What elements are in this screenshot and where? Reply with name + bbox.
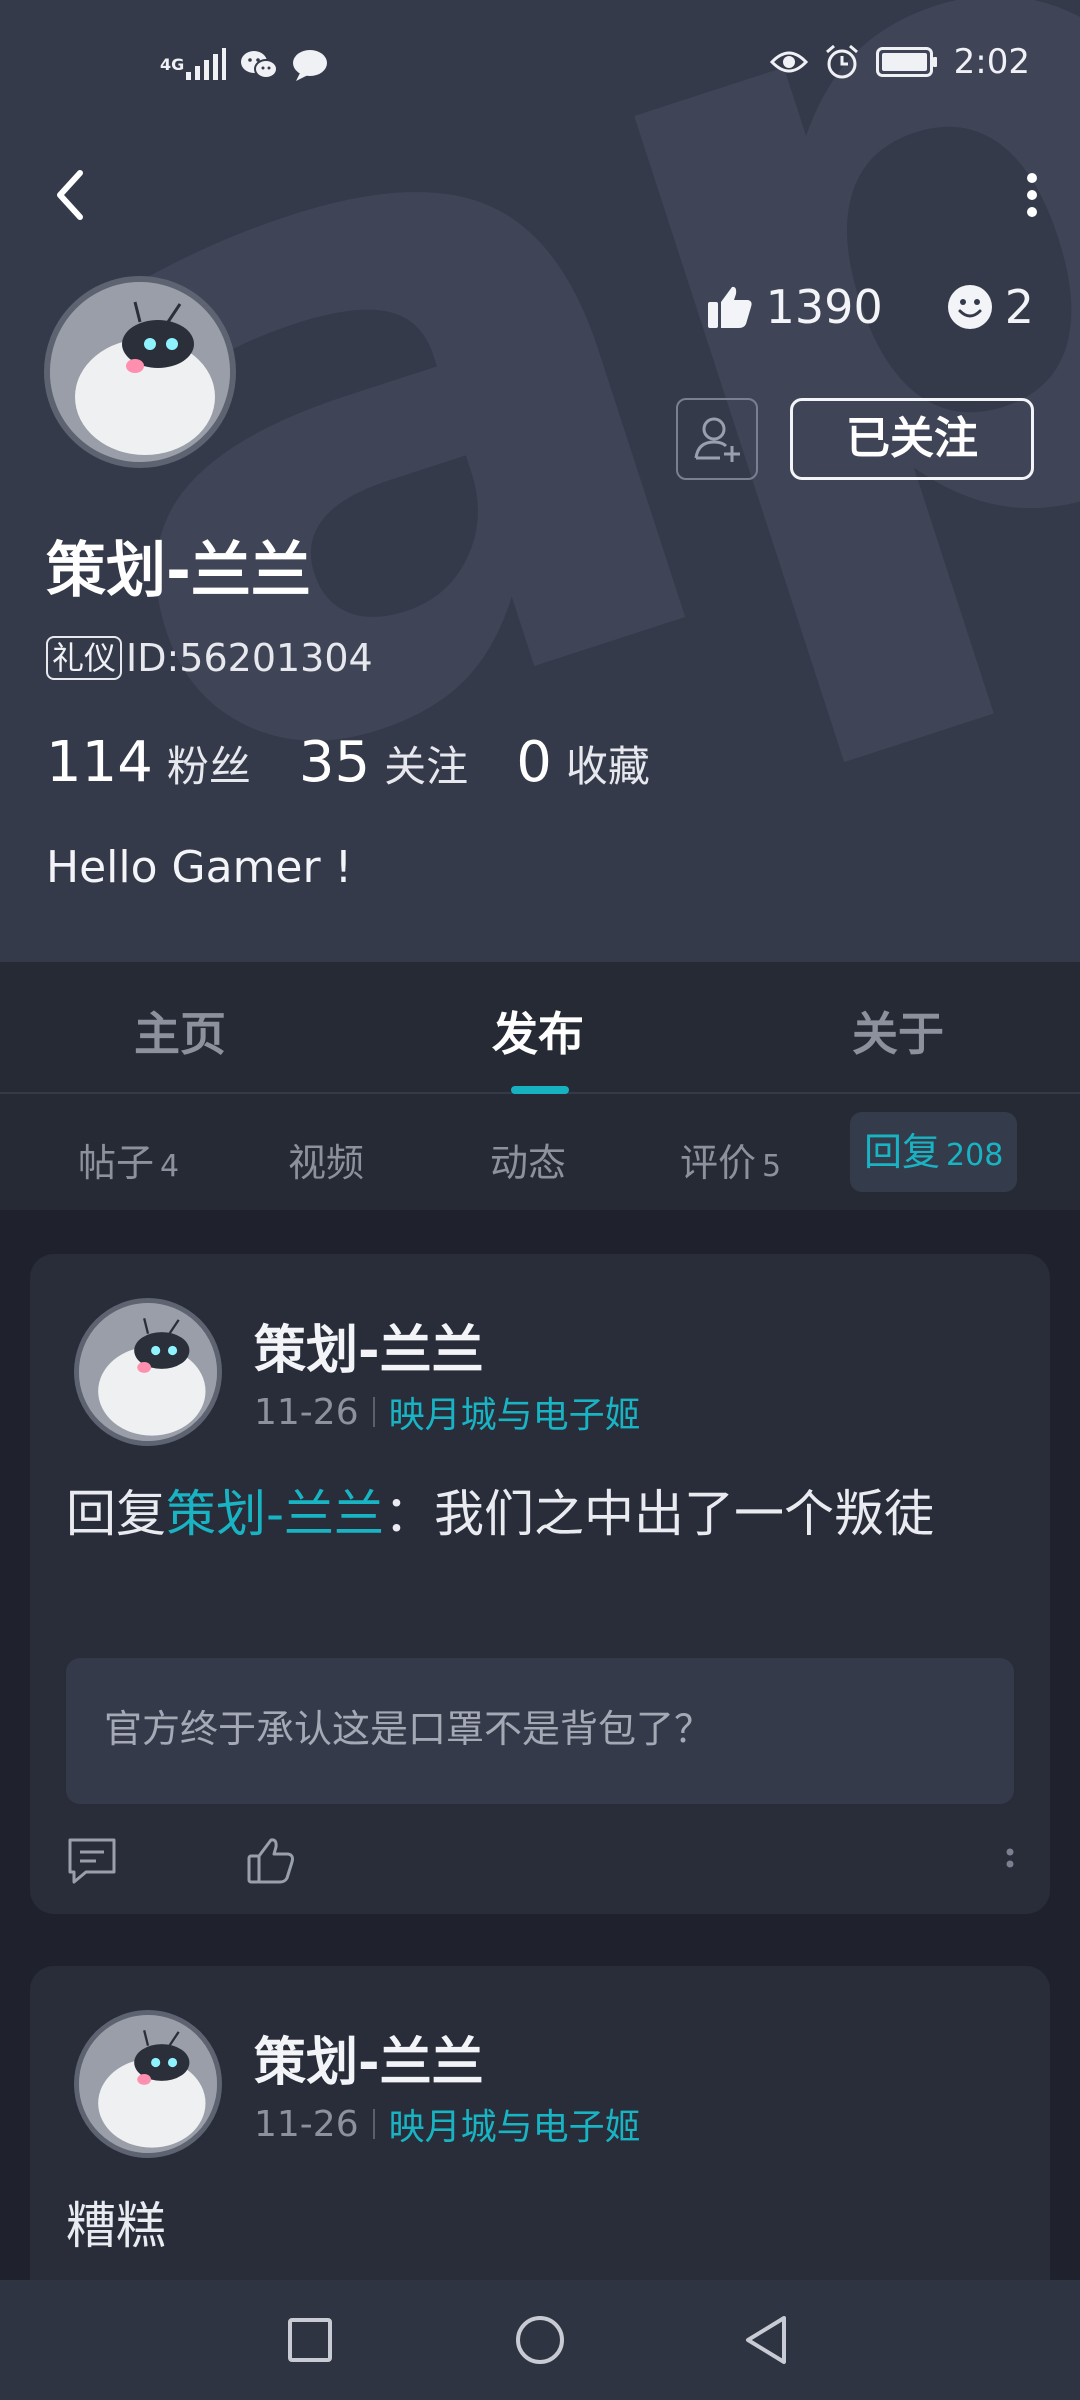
followers-label[interactable]: 粉丝 <box>167 733 251 794</box>
following-button[interactable]: 已关注 <box>790 398 1034 480</box>
wechat-icon <box>240 49 279 81</box>
post-more-button[interactable] <box>1004 1846 1016 1876</box>
reply-mention[interactable]: 策划-兰兰 <box>166 1485 384 1543</box>
followers-count[interactable]: 114 <box>46 730 153 795</box>
square-icon <box>288 2318 332 2362</box>
reply-prefix: 回复 <box>66 1485 166 1543</box>
profile-header: apTa 4G 2:02 1390 2 已关注 策划-兰兰 礼仪 ID:5620… <box>0 0 1080 962</box>
game-link[interactable]: 映月城与电子姬 <box>389 1386 641 1438</box>
subtab-replies-count: 208 <box>946 1138 1004 1173</box>
author-name[interactable]: 策划-兰兰 <box>254 1308 484 1383</box>
smiley-icon <box>947 284 993 330</box>
clock: 2:02 <box>953 42 1030 82</box>
reply-feed: 策划-兰兰 11-26 映月城与电子姬 回复策划-兰兰：我们之中出了一个叛徒 官… <box>0 1210 1080 2280</box>
reply-card[interactable]: 策划-兰兰 11-26 映月城与电子姬 回复策划-兰兰：我们之中出了一个叛徒 官… <box>30 1254 1050 1914</box>
chevron-left-icon <box>57 170 83 220</box>
tab-home[interactable]: 主页 <box>134 998 226 1064</box>
subtab-moments[interactable]: 动态 <box>490 1132 566 1187</box>
favorites-label[interactable]: 收藏 <box>566 733 650 794</box>
author-avatar[interactable] <box>74 2010 222 2158</box>
following-count[interactable]: 35 <box>299 730 370 795</box>
reply-text: ：我们之中出了一个叛徒 <box>384 1485 935 1543</box>
profile-tabs: 主页 发布 关于 <box>0 962 1080 1094</box>
following-label[interactable]: 关注 <box>384 733 468 794</box>
recent-apps-button[interactable] <box>284 2310 336 2370</box>
triangle-back-icon <box>746 2316 786 2364</box>
comment-button[interactable] <box>66 1836 118 1886</box>
post-date: 11-26 <box>254 1391 359 1433</box>
reply-card[interactable]: 策划-兰兰 11-26 映月城与电子姬 糟糕 <box>30 1966 1050 2280</box>
system-nav-bar <box>0 2280 1080 2400</box>
thumbs-up-outline-icon <box>247 1838 294 1884</box>
subtab-replies-label: 回复 <box>864 1130 941 1174</box>
reply-content[interactable]: 糟糕 <box>66 2186 996 2266</box>
subtab-posts-count: 4 <box>160 1149 180 1184</box>
subtab-reviews[interactable]: 评价 5 <box>680 1132 781 1187</box>
comment-icon <box>68 1838 116 1884</box>
divider <box>372 2109 375 2139</box>
like-button[interactable] <box>246 1836 296 1886</box>
alarm-icon <box>824 44 860 80</box>
more-options-button[interactable] <box>1002 160 1062 230</box>
system-back-button[interactable] <box>740 2310 792 2370</box>
post-actions <box>66 1836 1016 1896</box>
reply-content[interactable]: 回复策划-兰兰：我们之中出了一个叛徒 <box>66 1474 996 1554</box>
post-meta: 11-26 映月城与电子姬 <box>254 1386 641 1438</box>
status-bar: 4G 2:02 <box>0 0 1080 135</box>
more-vertical-icon <box>1006 1848 1014 1868</box>
subtab-replies[interactable]: 回复 208 <box>850 1112 1018 1192</box>
content-subtabs: 帖子 4 视频 动态 评价 5 回复 208 <box>0 1094 1080 1210</box>
tab-publish[interactable]: 发布 <box>492 998 584 1064</box>
circle-icon <box>516 2316 564 2364</box>
quoted-comment[interactable]: 官方终于承认这是口罩不是背包了？ <box>66 1658 1014 1804</box>
thumbs-up-icon <box>706 284 754 330</box>
author-name[interactable]: 策划-兰兰 <box>254 2020 484 2095</box>
divider <box>372 1397 375 1427</box>
add-friend-button[interactable] <box>676 398 758 480</box>
post-meta: 11-26 映月城与电子姬 <box>254 2098 641 2150</box>
profile-bio: Hello Gamer ! <box>46 842 353 893</box>
add-user-icon <box>694 417 740 462</box>
message-icon <box>292 49 328 81</box>
author-avatar[interactable] <box>74 1298 222 1446</box>
favorites-count[interactable]: 0 <box>516 730 552 795</box>
battery-icon <box>875 47 938 77</box>
subtab-videos-label: 视频 <box>288 1141 365 1185</box>
emoji-count: 2 <box>1004 280 1034 334</box>
profile-reputation: 1390 2 <box>706 280 1034 334</box>
eye-icon <box>769 48 808 76</box>
subtab-reviews-label: 评价 <box>680 1141 757 1185</box>
user-id: ID:56201304 <box>126 636 373 680</box>
subtab-reviews-count: 5 <box>762 1149 782 1184</box>
signal-icon: 4G <box>160 48 227 82</box>
tab-about[interactable]: 关于 <box>852 998 944 1064</box>
subtab-videos[interactable]: 视频 <box>288 1132 364 1187</box>
active-tab-indicator <box>511 1086 569 1094</box>
post-date: 11-26 <box>254 2103 359 2145</box>
subtab-moments-label: 动态 <box>490 1141 567 1185</box>
game-link[interactable]: 映月城与电子姬 <box>389 2098 641 2150</box>
network-type: 4G <box>160 55 185 74</box>
likes-count: 1390 <box>765 280 883 334</box>
id-row: 礼仪 ID:56201304 <box>46 636 373 680</box>
more-vertical-icon <box>1027 173 1037 217</box>
subtab-posts[interactable]: 帖子 4 <box>78 1132 179 1187</box>
subtab-posts-label: 帖子 <box>78 1141 155 1185</box>
profile-avatar[interactable] <box>44 276 236 468</box>
follow-stats: 114 粉丝 35 关注 0 收藏 <box>46 730 698 795</box>
title-badge[interactable]: 礼仪 <box>46 636 123 680</box>
home-button[interactable] <box>512 2310 568 2370</box>
profile-name: 策划-兰兰 <box>46 536 311 606</box>
back-button[interactable] <box>40 160 100 230</box>
